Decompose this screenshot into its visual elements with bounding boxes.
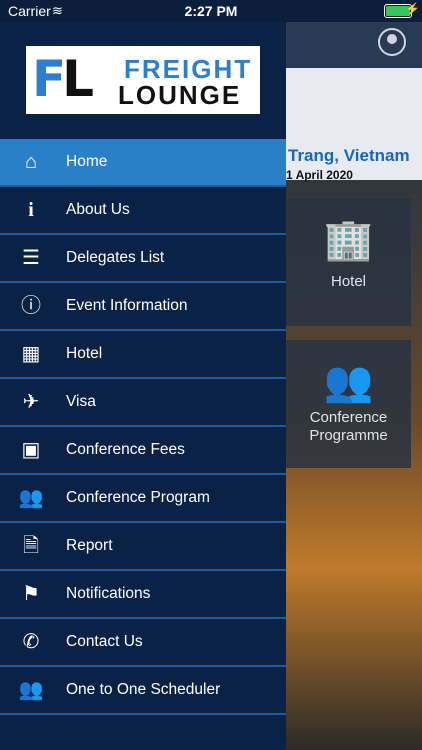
profile-icon[interactable] [378,28,406,56]
info-small-icon: i [28,199,34,221]
menu-label: Hotel [66,345,103,362]
hotel-tile-label: Hotel [330,273,367,290]
hotel-tile[interactable]: 🏢 Hotel [286,198,411,326]
logo-mark: FL [32,50,94,108]
menu-item-event-information[interactable]: ⓘ Event Information [0,283,286,331]
menu-label: Contact Us [66,633,143,650]
group-icon: 👥 [18,679,44,701]
banner-date: 1 April 2020 [286,168,353,182]
phone-icon: ✆ [22,631,40,653]
conference-tile[interactable]: 👥 Conference Programme [286,340,411,468]
banner-city: Trang, Vietnam [288,146,410,165]
menu-item-contact-us[interactable]: ✆ Contact Us [0,619,286,667]
menu-label: Delegates List [66,249,165,266]
flag-icon: ⚑ [22,583,40,605]
list-icon: ☰ [22,247,40,269]
menu-label: Home [66,153,108,170]
menu-item-notifications[interactable]: ⚑ Notifications [0,571,286,619]
money-icon: ▣ [21,439,41,461]
group-icon: 👥 [18,487,44,509]
menu-item-about-us[interactable]: i About Us [0,187,286,235]
menu-label: About Us [66,201,130,218]
menu-label: One to One Scheduler [66,681,221,698]
menu-item-visa[interactable]: ✈ Visa [0,379,286,427]
side-drawer: FL FREIGHT LOUNGE ⌂ Home i About Us ☰ De… [0,22,286,750]
menu-item-delegates-list[interactable]: ☰ Delegates List [0,235,286,283]
plane-icon: ✈ [22,391,40,413]
home-icon: ⌂ [24,151,38,173]
menu-label: Conference Fees [66,441,185,458]
menu-item-conference-fees[interactable]: ▣ Conference Fees [0,427,286,475]
building-icon: ▦ [21,343,41,365]
menu-label: Conference Program [66,489,210,506]
menu-item-hotel[interactable]: ▦ Hotel [0,331,286,379]
clock: 2:27 PM [184,3,238,19]
menu-label: Report [66,537,113,554]
building-icon: 🏢 [323,218,374,262]
menu-item-one-to-one-scheduler[interactable]: 👥 One to One Scheduler [0,667,286,715]
charging-icon: ⚡ [405,2,420,16]
menu-item-conference-program[interactable]: 👥 Conference Program [0,475,286,523]
document-icon: 🗎 [22,535,40,557]
info-circle-icon: ⓘ [21,295,41,317]
logo-word-lounge: LOUNGE [118,80,242,110]
drawer-menu: ⌂ Home i About Us ☰ Delegates List ⓘ Eve… [0,139,286,715]
menu-item-home[interactable]: ⌂ Home [0,139,286,187]
conference-icon: 👥 [323,360,374,404]
freight-lounge-logo: FL FREIGHT LOUNGE [26,46,260,114]
conference-tile-label: Conference Programme [309,409,388,444]
menu-item-report[interactable]: 🗎 Report [0,523,286,571]
menu-label: Visa [66,393,96,410]
menu-label: Notifications [66,585,151,602]
menu-label: Event Information [66,297,188,314]
status-bar: Carrier ≋ 2:27 PM ⚡ [0,0,422,22]
